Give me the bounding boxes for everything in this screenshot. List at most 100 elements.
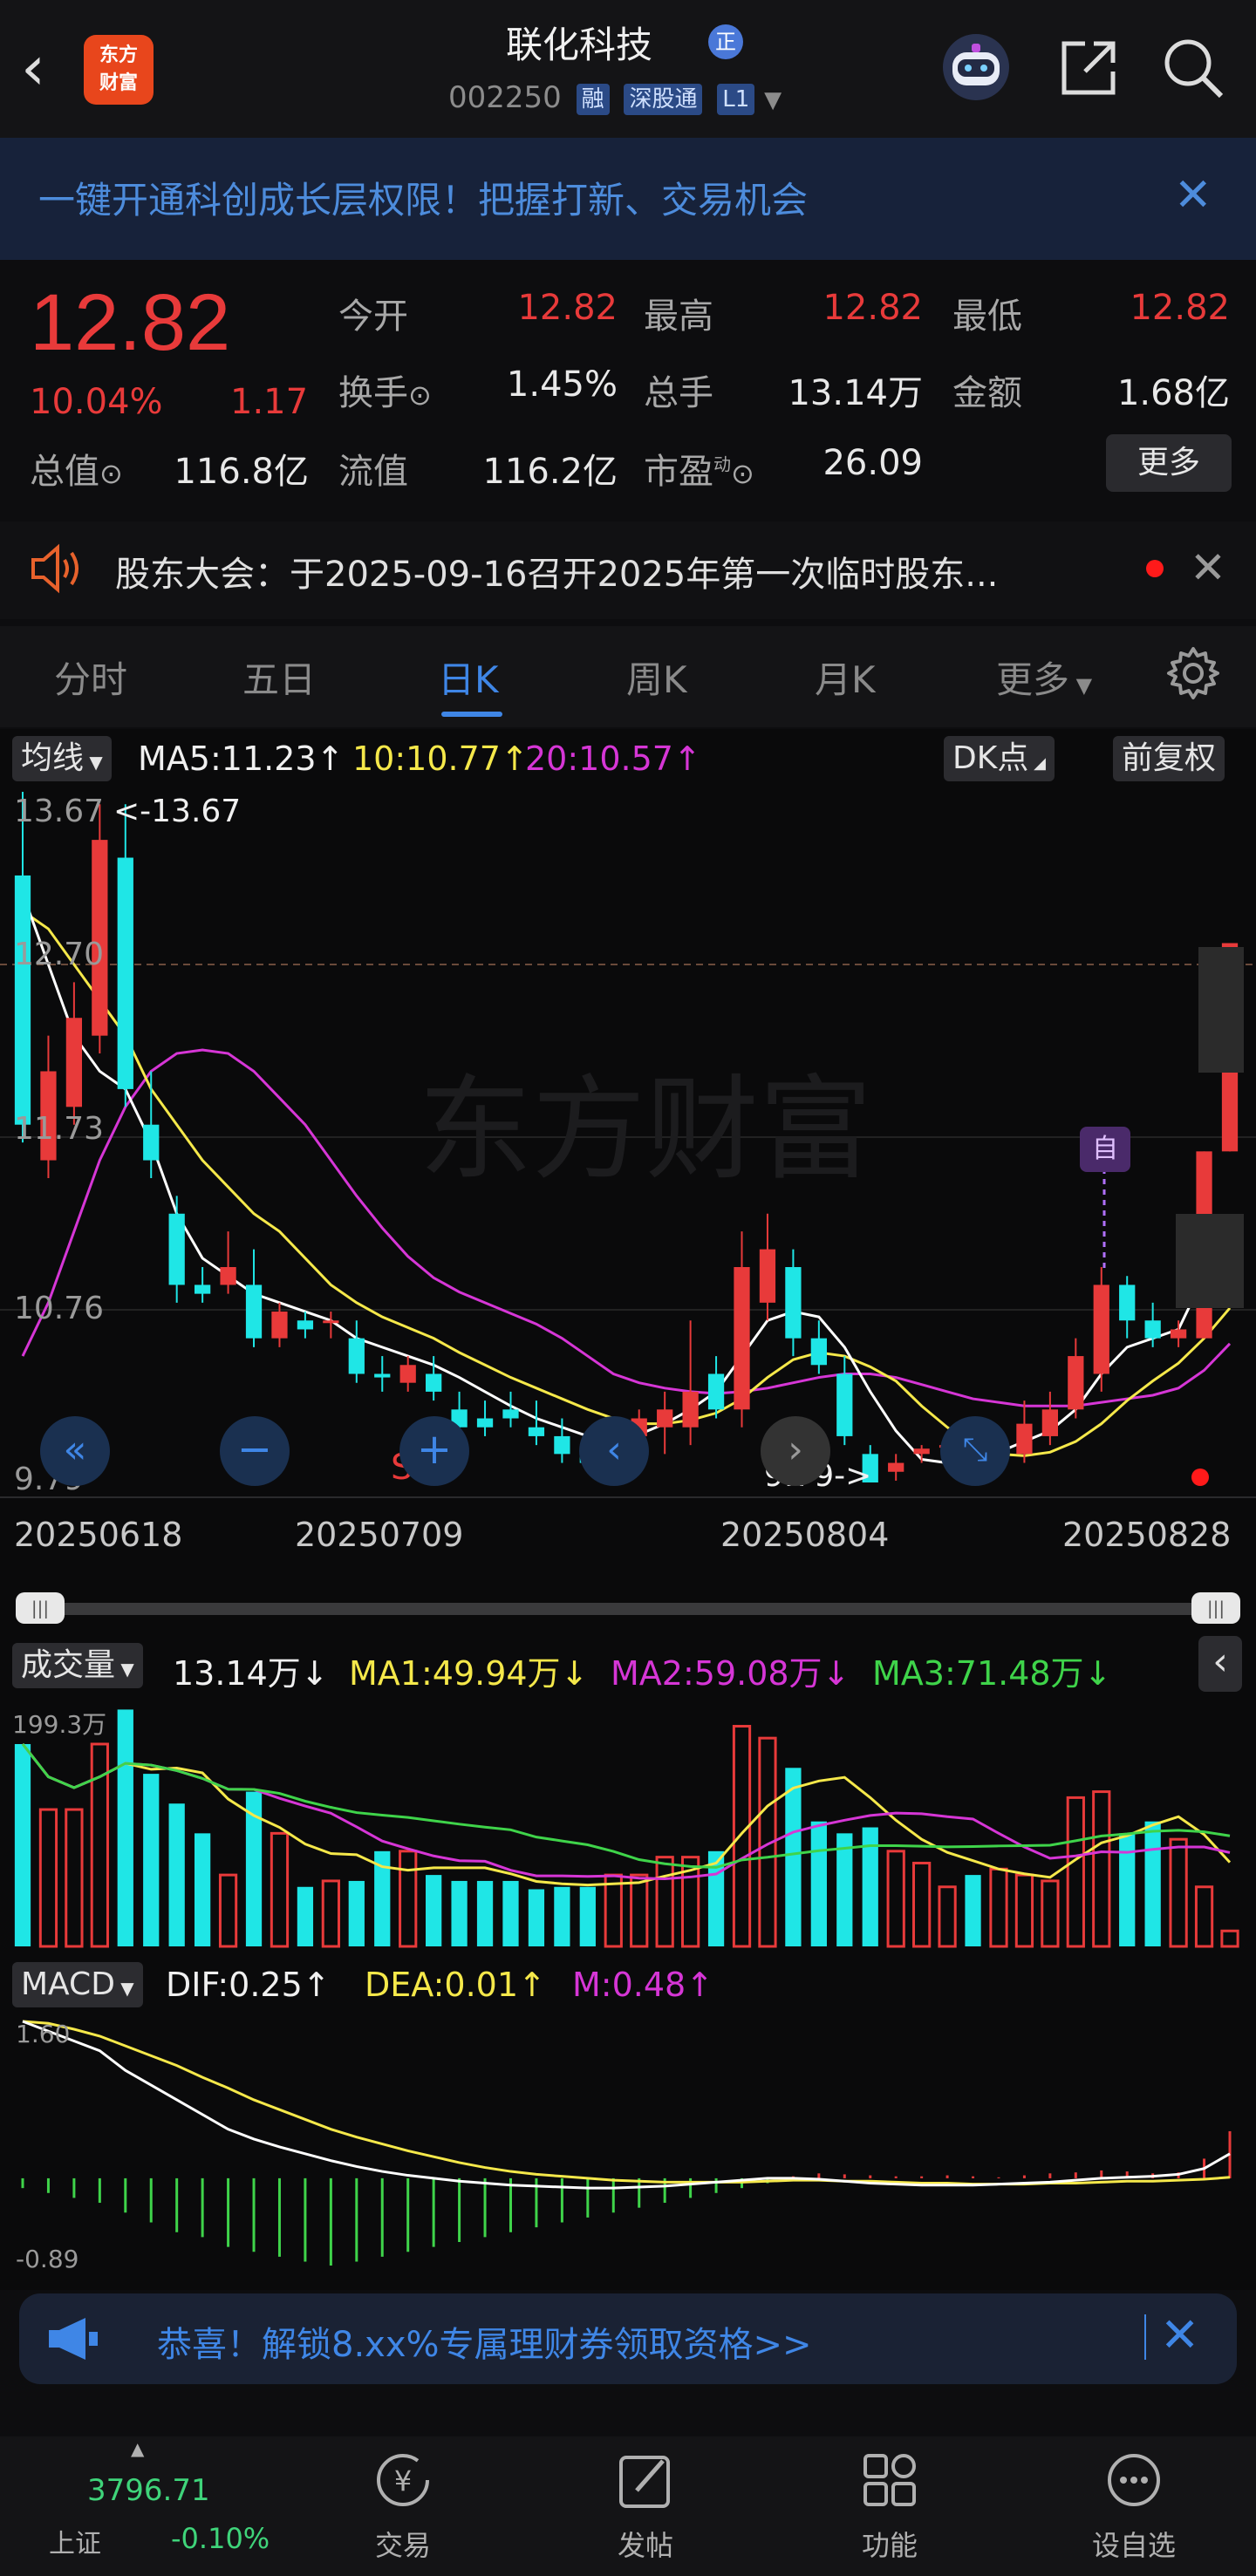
collapse-panel-button[interactable]: ‹: [1198, 1636, 1242, 1692]
mcap-value: 116.8亿: [174, 452, 309, 492]
kline-chart[interactable]: 东方财富: [0, 785, 1256, 1500]
volume-bar: [732, 1725, 752, 1948]
megaphone-icon: [49, 2318, 98, 2360]
plus-button[interactable]: +: [399, 1416, 469, 1486]
adjust-button[interactable]: 前复权: [1113, 736, 1225, 781]
candle-body: [785, 1267, 802, 1339]
open-label: 今开: [338, 296, 408, 337]
macd-select-label: MACD: [21, 1966, 115, 2002]
search-icon[interactable]: [1160, 35, 1226, 101]
volume-bar: [1169, 1837, 1188, 1948]
index-value[interactable]: 3796.71: [87, 2473, 210, 2508]
share-icon[interactable]: [1055, 35, 1122, 101]
logo-text-2: 财富: [99, 72, 138, 94]
back-arrow-icon[interactable]: ‹: [21, 33, 73, 103]
nav-trade[interactable]: ¥ 交易: [324, 2449, 481, 2564]
dk-point-button[interactable]: DK点 ◢: [944, 736, 1055, 781]
volume-bar: [270, 1831, 290, 1948]
app-logo: 东方 财富: [84, 35, 154, 105]
tab-more[interactable]: 更多 ▼: [996, 651, 1092, 704]
down-arrow-icon: ↓: [300, 1654, 329, 1693]
range-handle-left[interactable]: |||: [16, 1592, 65, 1624]
volume-bar: [604, 1873, 623, 1948]
ma20-legend: 20:10.57↑: [525, 739, 701, 778]
candle-body: [734, 1267, 750, 1410]
mcap-label[interactable]: 总值⊙: [30, 443, 123, 494]
ad-divider: [1144, 2314, 1146, 2360]
volume-bar: [399, 1850, 418, 1948]
macd-m-value: M:0.48: [572, 1966, 686, 2004]
promo-banner-text[interactable]: 一键开通科创成长层权限！把握打新、交易机会: [38, 171, 808, 224]
tab-more-label: 更多: [996, 658, 1070, 701]
ad-text[interactable]: 恭喜！解锁8.xx%专属理财券领取资格>>: [157, 2316, 812, 2367]
dk-point-label: DK点: [952, 740, 1029, 776]
up-arrow-icon: ↑: [686, 1966, 714, 2004]
range-slider-track[interactable]: [16, 1603, 1240, 1615]
nav-watchlist[interactable]: 设自选: [1055, 2449, 1212, 2564]
unread-dot: [1146, 560, 1164, 577]
index-percent[interactable]: -0.10%: [171, 2522, 270, 2555]
range-handle-right[interactable]: |||: [1191, 1592, 1240, 1624]
nav-post[interactable]: 发帖: [567, 2449, 724, 2564]
nav-functions[interactable]: 功能: [811, 2449, 968, 2564]
macd-select[interactable]: MACD ▼: [12, 1962, 143, 2007]
volume-bar: [218, 1873, 238, 1948]
caret-up-icon: ▲: [131, 2438, 145, 2459]
chevron-left-button[interactable]: ‹: [579, 1416, 649, 1486]
macd-dea-value: DEA:0.01: [365, 1966, 519, 2004]
gear-icon[interactable]: [1165, 645, 1221, 701]
high-label: 最高: [644, 296, 713, 337]
tab-weekly-k[interactable]: 周K: [626, 651, 687, 704]
amount-value: 1.68亿: [1116, 373, 1230, 413]
candle-body: [502, 1409, 519, 1419]
indicator-select[interactable]: 均线 ▼: [12, 736, 112, 781]
macd-dif-value: DIF:0.25: [166, 1966, 303, 2004]
chevron-right-button[interactable]: ›: [761, 1416, 830, 1486]
fullscreen-button[interactable]: ⤡: [940, 1416, 1010, 1486]
tab-five-day[interactable]: 五日: [242, 651, 316, 704]
close-icon[interactable]: ✕: [1174, 169, 1212, 221]
float-label: 流值: [338, 452, 408, 492]
candle-body: [323, 1320, 339, 1324]
volume-bar: [938, 1885, 957, 1948]
volume-bar: [426, 1875, 442, 1946]
stock-code-line[interactable]: 002250 融 深股通 L1 ▼: [448, 80, 782, 119]
tab-monthly-k[interactable]: 月K: [815, 651, 876, 704]
change-percent: 10.04%: [30, 382, 163, 422]
indicator-select-label: 均线: [21, 740, 85, 776]
volume-ma2: MA2:59.08万↓: [611, 1646, 850, 1694]
chevron-down-icon: ▼: [1069, 673, 1093, 698]
pe-label[interactable]: 市盈动⊙: [644, 443, 754, 494]
volume-select[interactable]: 成交量 ▼: [12, 1643, 143, 1688]
candle-body: [271, 1312, 288, 1339]
volume-bar: [14, 1743, 31, 1946]
price-level-block: [1198, 947, 1244, 1073]
macd-chart[interactable]: [0, 2016, 1256, 2271]
minus-button[interactable]: −: [220, 1416, 290, 1486]
tab-intraday[interactable]: 分时: [54, 651, 127, 704]
zoom-out-far-button[interactable]: «: [40, 1416, 110, 1486]
robot-assistant-icon[interactable]: [937, 31, 1015, 103]
candle-body: [143, 1124, 160, 1161]
date-label-4: 20250828: [1062, 1516, 1232, 1554]
volume-chart[interactable]: [0, 1702, 1256, 1952]
tag-connect: 深股通: [624, 83, 703, 115]
volume-bar: [785, 1768, 802, 1946]
volume-bar: [297, 1886, 314, 1946]
tab-daily-k[interactable]: 日K: [438, 651, 499, 704]
candle-body: [1093, 1285, 1109, 1374]
zi-marker[interactable]: 自: [1080, 1127, 1130, 1172]
close-icon[interactable]: ✕: [1160, 2307, 1199, 2362]
current-price: 12.82: [30, 278, 231, 367]
notice-text[interactable]: 股东大会：于2025-09-16召开2025年第一次临时股东...: [115, 546, 998, 596]
turnover-label-text: 换手: [338, 373, 408, 413]
volume-bar: [886, 1850, 905, 1948]
turnover-label[interactable]: 换手⊙: [338, 365, 432, 415]
close-icon[interactable]: ✕: [1190, 542, 1226, 593]
volume-ma3-value: MA3:71.48万: [872, 1654, 1084, 1693]
index-name[interactable]: 上证: [49, 2522, 101, 2560]
more-button[interactable]: 更多: [1106, 434, 1232, 492]
y-axis-4: 10.76: [14, 1291, 105, 1326]
y-axis-2: 12.70: [14, 937, 105, 972]
candle-body: [476, 1418, 494, 1428]
